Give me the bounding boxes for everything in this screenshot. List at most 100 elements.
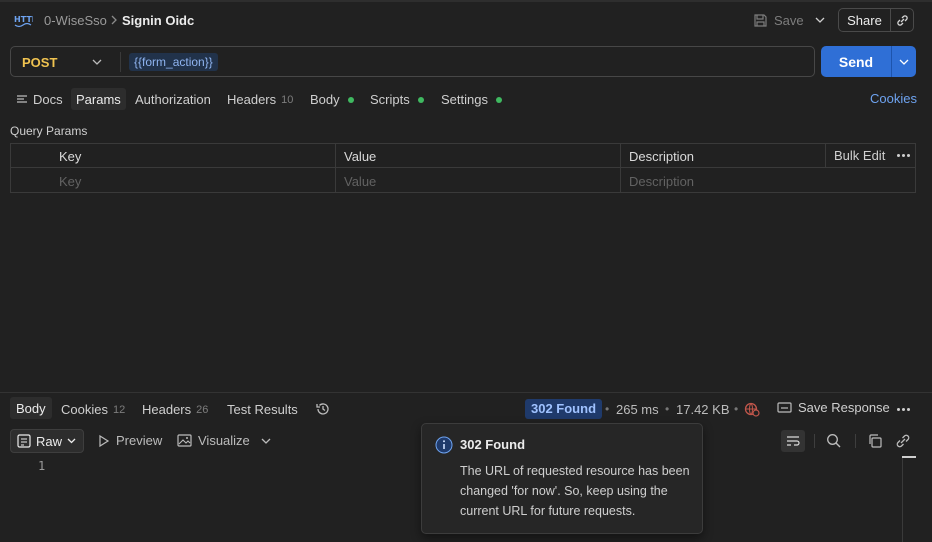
save-button[interactable]: Save	[753, 9, 804, 31]
copy-link-button[interactable]	[891, 9, 913, 31]
tab-headers[interactable]: Headers 10	[227, 91, 293, 108]
line-number: 1	[38, 459, 46, 473]
save-icon	[753, 13, 768, 28]
share-button[interactable]: Share	[839, 9, 891, 31]
tab-scripts-label: Scripts	[370, 92, 410, 107]
description-input[interactable]: Description	[629, 174, 694, 189]
cookies-link[interactable]: Cookies	[870, 91, 917, 106]
response-tab-cookies[interactable]: Cookies 12	[61, 402, 125, 417]
tab-authorization-label: Authorization	[135, 92, 211, 107]
column-header-description: Description	[629, 149, 695, 164]
wrap-icon	[786, 435, 800, 447]
response-tab-test-results[interactable]: Test Results	[227, 402, 298, 417]
status-badge[interactable]: 302 Found	[525, 399, 603, 419]
params-table-row-divider	[11, 167, 915, 168]
scrollbar-thumb[interactable]	[902, 456, 916, 458]
link-icon[interactable]	[895, 433, 911, 449]
request-name[interactable]: Signin Oidc	[122, 13, 194, 28]
play-icon	[98, 434, 110, 448]
tab-settings[interactable]: Settings	[441, 91, 502, 108]
response-tab-headers[interactable]: Headers 26	[142, 402, 208, 417]
column-header-key: Key	[59, 149, 82, 164]
response-tab-body-label: Body	[16, 400, 46, 416]
toolbar-divider	[814, 434, 815, 448]
more-options-icon[interactable]	[897, 154, 910, 157]
breadcrumb-chevron-icon	[110, 13, 118, 27]
tab-body-label: Body	[310, 92, 340, 107]
raw-icon	[17, 434, 31, 448]
response-tab-cookies-label: Cookies	[61, 402, 108, 417]
http-icon-text: HTTP	[14, 15, 33, 24]
tooltip-title: 302 Found	[460, 437, 526, 452]
column-header-value: Value	[344, 149, 377, 164]
scripts-status-dot	[417, 96, 424, 103]
send-group: Send	[821, 46, 916, 77]
chevron-down-icon	[815, 17, 825, 23]
view-mode-raw-select[interactable]: Raw	[10, 429, 84, 453]
save-response-button[interactable]: Save Response	[777, 400, 890, 415]
url-divider	[120, 52, 121, 72]
breadcrumb-collection[interactable]: 0-WiseSso	[44, 13, 107, 28]
response-more-options-icon[interactable]	[897, 408, 910, 411]
copy-icon[interactable]	[867, 433, 883, 449]
scrollbar[interactable]	[902, 456, 903, 542]
response-tab-body[interactable]: Body	[10, 397, 52, 419]
visualize-button[interactable]: Visualize	[177, 433, 250, 448]
save-response-icon	[777, 401, 792, 414]
params-col-divider	[335, 144, 336, 192]
image-icon	[177, 434, 192, 447]
toolbar-divider	[855, 434, 856, 448]
bulk-edit-button[interactable]: Bulk Edit	[834, 148, 885, 163]
chevron-down-icon	[67, 438, 76, 444]
response-headers-count: 26	[196, 403, 209, 416]
tab-params[interactable]: Params	[71, 88, 126, 110]
tab-body[interactable]: Body	[310, 91, 354, 108]
send-options-button[interactable]	[891, 46, 916, 77]
response-cookies-count: 12	[112, 403, 126, 416]
settings-status-dot	[495, 96, 502, 103]
save-label: Save	[774, 12, 804, 28]
wrap-lines-button[interactable]	[781, 430, 805, 452]
headers-count: 10	[281, 93, 294, 106]
response-time[interactable]: 265 ms	[616, 402, 659, 417]
history-icon[interactable]	[315, 401, 331, 417]
docs-icon	[16, 94, 28, 105]
top-border	[0, 0, 932, 2]
link-icon	[896, 14, 909, 27]
share-group: Share	[838, 8, 914, 32]
http-request-icon: HTTP	[13, 11, 33, 29]
tab-scripts[interactable]: Scripts	[370, 91, 424, 108]
send-button[interactable]: Send	[821, 46, 891, 77]
meta-separator: •	[605, 402, 610, 416]
key-input[interactable]: Key	[59, 174, 81, 189]
network-globe-icon[interactable]	[744, 401, 760, 417]
meta-separator: •	[665, 402, 670, 416]
tab-settings-label: Settings	[441, 92, 488, 107]
chevron-down-icon	[899, 59, 909, 65]
params-col-divider	[825, 144, 826, 167]
save-options-button[interactable]	[812, 10, 828, 30]
info-icon	[435, 436, 453, 454]
response-size[interactable]: 17.42 KB	[676, 402, 730, 417]
tooltip-body: The URL of requested resource has been c…	[460, 464, 690, 518]
response-tab-headers-label: Headers	[142, 402, 192, 417]
params-table	[10, 143, 916, 193]
params-col-divider	[620, 144, 621, 192]
method-select[interactable]: POST	[22, 55, 57, 70]
tab-docs-label: Docs	[33, 92, 63, 107]
visualize-label: Visualize	[198, 433, 250, 448]
panel-divider[interactable]	[0, 392, 932, 393]
value-input[interactable]: Value	[344, 174, 376, 189]
tab-authorization[interactable]: Authorization	[135, 91, 211, 108]
preview-button[interactable]: Preview	[98, 433, 162, 448]
query-params-title: Query Params	[10, 124, 88, 138]
tab-params-label: Params	[76, 91, 121, 107]
search-icon[interactable]	[826, 433, 842, 449]
url-input[interactable]: {{form_action}}	[129, 53, 218, 71]
visualize-chevron-down-icon[interactable]	[261, 438, 271, 444]
response-tab-test-results-label: Test Results	[227, 402, 298, 417]
method-chevron-down-icon[interactable]	[92, 56, 102, 68]
tab-headers-label: Headers	[227, 92, 277, 107]
tab-docs[interactable]: Docs	[16, 91, 63, 108]
body-status-dot	[347, 96, 354, 103]
